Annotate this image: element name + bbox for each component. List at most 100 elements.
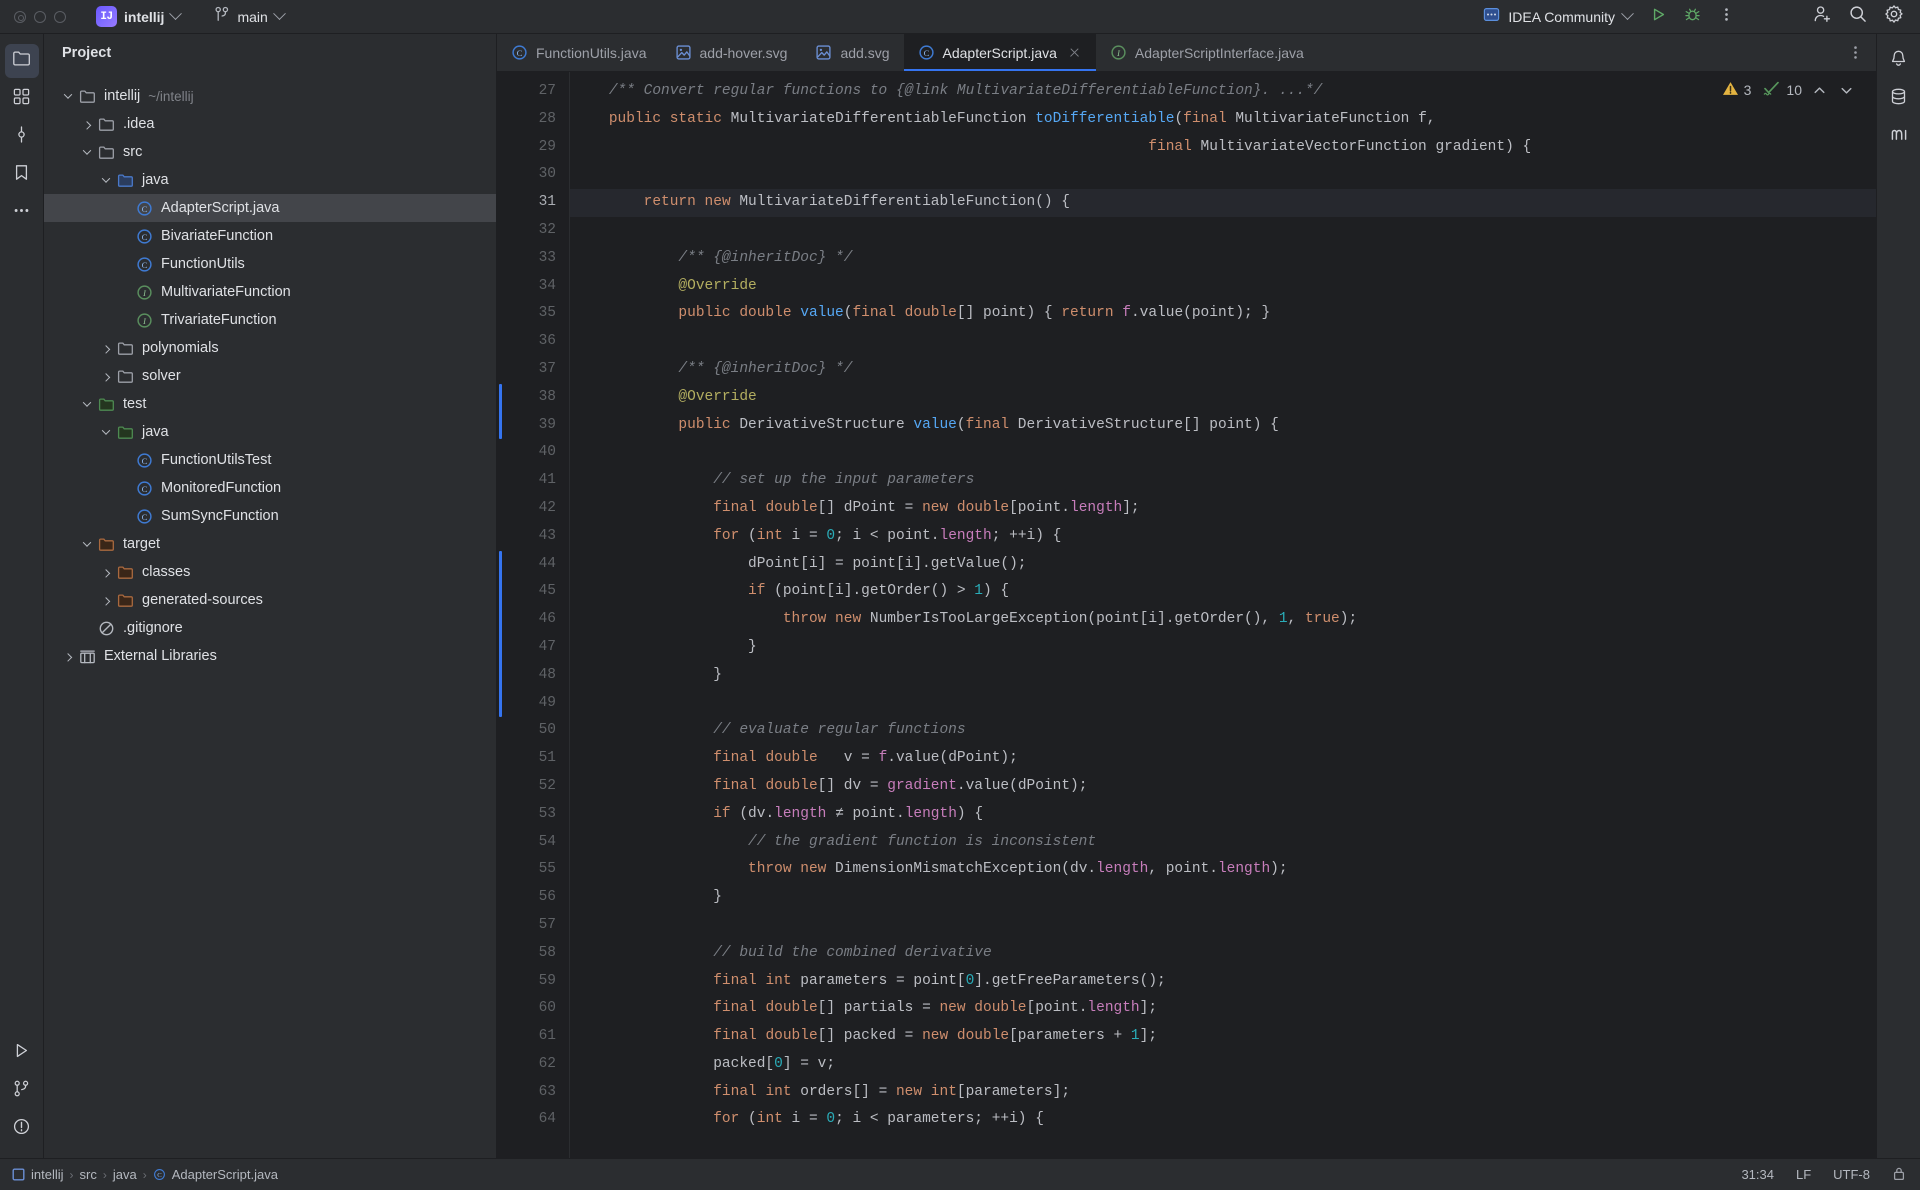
settings-button[interactable] (1878, 3, 1910, 31)
debug-button[interactable] (1676, 3, 1708, 31)
sidebar-item-problems[interactable] (5, 1112, 39, 1146)
tree-row[interactable]: External Libraries (44, 642, 496, 670)
tree-row[interactable]: intellij ~/intellij (44, 82, 496, 110)
tree-row[interactable]: generated-sources (44, 586, 496, 614)
code-line[interactable]: packed[0] = v; (570, 1051, 1876, 1079)
sidebar-item-bookmarks[interactable] (5, 158, 39, 192)
sidebar-item-commit[interactable] (5, 82, 39, 116)
tree-row[interactable]: classes (44, 558, 496, 586)
breadcrumb-item[interactable]: src (80, 1167, 97, 1182)
code-line[interactable]: } (570, 884, 1876, 912)
code-line[interactable]: public double value(final double[] point… (570, 300, 1876, 328)
sidebar-item-more[interactable] (5, 196, 39, 230)
sidebar-item-notifications[interactable] (1882, 44, 1916, 78)
tree-row[interactable]: java (44, 166, 496, 194)
chevron-right-icon[interactable] (98, 592, 114, 608)
chevron-right-icon[interactable] (60, 648, 76, 664)
tree-row[interactable]: C FunctionUtilsTest (44, 446, 496, 474)
tree-row[interactable]: C SumSyncFunction (44, 502, 496, 530)
branch-selector[interactable]: main (206, 3, 291, 31)
line-separator-label[interactable]: LF (1796, 1167, 1811, 1182)
breadcrumb-item[interactable]: C AdapterScript.java (153, 1167, 278, 1182)
code-line[interactable]: final int orders[] = new int[parameters]… (570, 1079, 1876, 1107)
code-line[interactable]: throw new DimensionMismatchException(dv.… (570, 856, 1876, 884)
code-line[interactable]: final double[] packed = new double[param… (570, 1023, 1876, 1051)
code-line[interactable] (570, 690, 1876, 718)
code-line[interactable]: for (int i = 0; i < point.length; ++i) { (570, 523, 1876, 551)
code-line[interactable]: @Override (570, 273, 1876, 301)
encoding-label[interactable]: UTF-8 (1833, 1167, 1870, 1182)
code-line[interactable]: // evaluate regular functions (570, 717, 1876, 745)
sidebar-item-maven[interactable] (1882, 120, 1916, 154)
minimize-window-button[interactable] (34, 10, 46, 23)
tree-row[interactable]: target (44, 530, 496, 558)
tab-overflow-button[interactable] (1847, 34, 1876, 71)
next-problem-button[interactable] (1836, 80, 1856, 100)
code-line[interactable]: } (570, 634, 1876, 662)
chevron-down-icon[interactable] (60, 88, 76, 104)
chevron-down-icon[interactable] (79, 396, 95, 412)
code-line[interactable]: // the gradient function is inconsistent (570, 829, 1876, 857)
tree-row[interactable]: java (44, 418, 496, 446)
chevron-down-icon[interactable] (79, 144, 95, 160)
close-icon[interactable] (1067, 45, 1082, 60)
tree-row[interactable]: C BivariateFunction (44, 222, 496, 250)
code-line[interactable]: final MultivariateVectorFunction gradien… (570, 134, 1876, 162)
window-controls[interactable] (14, 10, 66, 23)
chevron-right-icon[interactable] (79, 116, 95, 132)
lock-icon[interactable] (1892, 1166, 1906, 1184)
sidebar-item-database[interactable] (1882, 82, 1916, 116)
editor-tab[interactable]: add-hover.svg (661, 34, 802, 71)
editor-tab[interactable]: I AdapterScriptInterface.java (1096, 34, 1318, 71)
editor-tab[interactable]: add.svg (801, 34, 903, 71)
tree-row[interactable]: I TrivariateFunction (44, 306, 496, 334)
code-line[interactable]: return new MultivariateDifferentiableFun… (570, 189, 1876, 217)
tree-row[interactable]: polynomials (44, 334, 496, 362)
chevron-down-icon[interactable] (98, 172, 114, 188)
close-window-button[interactable] (14, 10, 26, 23)
tree-row[interactable]: C FunctionUtils (44, 250, 496, 278)
chevron-down-icon[interactable] (98, 424, 114, 440)
add-user-button[interactable] (1806, 3, 1838, 31)
search-button[interactable] (1842, 3, 1874, 31)
chevron-right-icon[interactable] (98, 340, 114, 356)
code-line[interactable]: if (dv.length ≠ point.length) { (570, 801, 1876, 829)
warning-count-item[interactable]: 3 (1722, 80, 1751, 100)
inspection-ok-item[interactable]: 10 (1762, 80, 1802, 100)
editor-tab[interactable]: C FunctionUtils.java (497, 34, 661, 71)
run-button[interactable] (1642, 3, 1674, 31)
code-line[interactable]: dPoint[i] = point[i].getValue(); (570, 551, 1876, 579)
editor-code-content[interactable]: /** Convert regular functions to {@link … (569, 72, 1876, 1158)
tree-row[interactable]: .gitignore (44, 614, 496, 642)
code-line[interactable]: if (point[i].getOrder() > 1) { (570, 578, 1876, 606)
maximize-window-button[interactable] (54, 10, 66, 23)
code-line[interactable]: /** Convert regular functions to {@link … (570, 78, 1876, 106)
breadcrumb-item[interactable]: java (113, 1167, 137, 1182)
editor-tab[interactable]: C AdapterScript.java (903, 34, 1097, 71)
editor-tab-bar[interactable]: C FunctionUtils.java add-hover.svg add.svg C… (497, 34, 1876, 72)
caret-position-label[interactable]: 31:34 (1741, 1167, 1774, 1182)
chevron-right-icon[interactable] (98, 368, 114, 384)
chevron-right-icon[interactable] (98, 564, 114, 580)
code-line[interactable]: // set up the input parameters (570, 467, 1876, 495)
vcs-change-marker[interactable] (499, 550, 502, 718)
code-line[interactable]: final double[] partials = new double[poi… (570, 995, 1876, 1023)
tree-row[interactable]: I MultivariateFunction (44, 278, 496, 306)
code-line[interactable]: /** {@inheritDoc} */ (570, 245, 1876, 273)
project-tree[interactable]: intellij ~/intellij .idea src java C AdapterSc… (44, 72, 496, 1158)
sidebar-item-vcs[interactable] (5, 120, 39, 154)
code-line[interactable]: final double v = f.value(dPoint); (570, 745, 1876, 773)
code-line[interactable]: @Override (570, 384, 1876, 412)
inspection-widget[interactable]: 3 10 (1722, 80, 1856, 100)
code-line[interactable]: throw new NumberIsTooLargeException(poin… (570, 606, 1876, 634)
code-line[interactable] (570, 161, 1876, 189)
code-line[interactable] (570, 328, 1876, 356)
code-line[interactable]: // build the combined derivative (570, 940, 1876, 968)
code-line[interactable]: for (int i = 0; i < parameters; ++i) { (570, 1106, 1876, 1134)
code-line[interactable] (570, 217, 1876, 245)
sidebar-item-run[interactable] (5, 1036, 39, 1070)
tree-row[interactable]: src (44, 138, 496, 166)
previous-problem-button[interactable] (1809, 80, 1829, 100)
project-selector[interactable]: IJ intellij (88, 3, 188, 30)
vcs-change-marker[interactable] (499, 383, 502, 440)
